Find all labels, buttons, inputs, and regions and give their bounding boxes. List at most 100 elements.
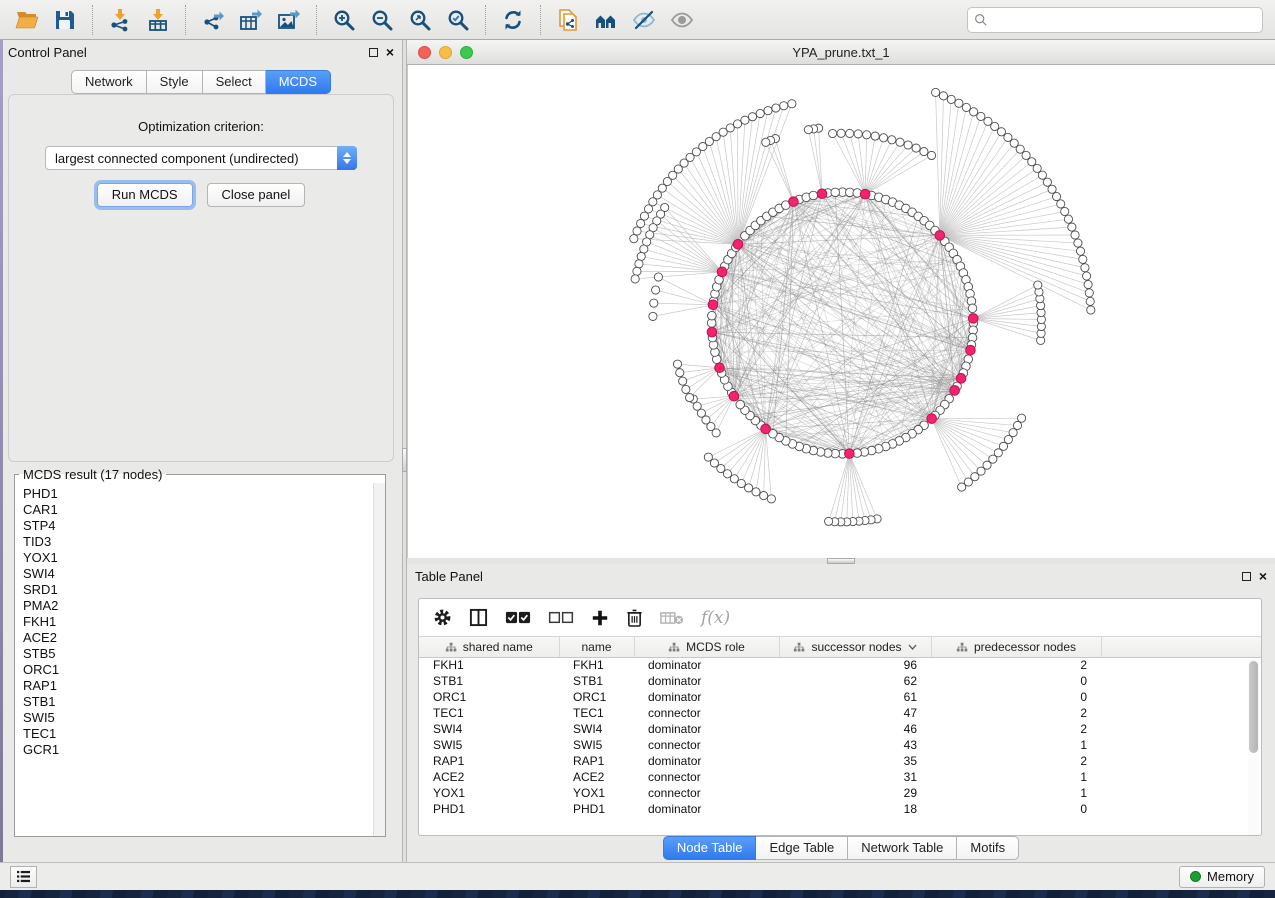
table-cell[interactable]: 1: [931, 737, 1101, 753]
network-leaf-node[interactable]: [1043, 178, 1051, 186]
network-leaf-node[interactable]: [984, 117, 992, 125]
network-node[interactable]: [831, 188, 840, 197]
first-neighbors-icon[interactable]: [593, 7, 619, 33]
network-leaf-node[interactable]: [631, 275, 639, 283]
network-leaf-node[interactable]: [1038, 171, 1046, 179]
import-table-icon[interactable]: [145, 7, 171, 33]
network-leaf-node[interactable]: [920, 147, 928, 155]
table-cell[interactable]: connector: [634, 769, 779, 785]
network-leaf-node[interactable]: [635, 260, 643, 268]
network-leaf-node[interactable]: [1061, 207, 1069, 215]
export-image-icon[interactable]: [276, 7, 302, 33]
table-cell[interactable]: YOX1: [559, 785, 634, 801]
network-node[interactable]: [736, 400, 745, 409]
network-leaf-node[interactable]: [760, 491, 768, 499]
network-leaf-node[interactable]: [1057, 200, 1065, 208]
table-cell[interactable]: RAP1: [419, 753, 559, 769]
network-leaf-node[interactable]: [772, 104, 780, 112]
network-leaf-node[interactable]: [931, 88, 939, 96]
network-leaf-node[interactable]: [764, 107, 772, 115]
network-leaf-node[interactable]: [1076, 247, 1084, 255]
network-window-titlebar[interactable]: YPA_prune.txt_1: [407, 40, 1275, 65]
network-leaf-node[interactable]: [1081, 264, 1089, 272]
mcds-result-item[interactable]: GCR1: [23, 742, 385, 758]
table-row[interactable]: STB1STB1dominator620: [419, 673, 1261, 689]
network-leaf-node[interactable]: [854, 130, 862, 138]
memory-button[interactable]: Memory: [1179, 866, 1265, 888]
network-leaf-node[interactable]: [1034, 281, 1042, 289]
network-leaf-node[interactable]: [804, 126, 812, 134]
select-all-columns-icon[interactable]: [505, 610, 531, 625]
scrollbar-thumb[interactable]: [1249, 661, 1258, 753]
network-leaf-node[interactable]: [788, 100, 796, 108]
network-leaf-node[interactable]: [837, 129, 845, 137]
float-panel-icon[interactable]: [369, 48, 378, 57]
network-leaf-node[interactable]: [762, 138, 770, 146]
network-leaf-node[interactable]: [1064, 215, 1072, 223]
mcds-result-item[interactable]: SRD1: [23, 582, 385, 598]
network-leaf-node[interactable]: [745, 484, 753, 492]
network-dominator-node[interactable]: [935, 231, 945, 241]
network-leaf-node[interactable]: [652, 286, 660, 294]
network-leaf-node[interactable]: [955, 99, 963, 107]
network-leaf-node[interactable]: [962, 103, 970, 111]
network-leaf-node[interactable]: [958, 483, 966, 491]
close-panel-icon[interactable]: ×: [386, 45, 394, 59]
run-mcds-button[interactable]: Run MCDS: [97, 183, 193, 207]
mcds-result-item[interactable]: STB5: [23, 646, 385, 662]
table-cell[interactable]: TEC1: [419, 705, 559, 721]
float-panel-icon[interactable]: [1242, 572, 1251, 581]
table-scrollbar[interactable]: [1248, 659, 1259, 835]
mcds-result-item[interactable]: CAR1: [23, 502, 385, 518]
mcds-result-item[interactable]: TEC1: [23, 726, 385, 742]
table-cell[interactable]: ACE2: [559, 769, 634, 785]
network-leaf-node[interactable]: [679, 377, 687, 385]
network-dominator-node[interactable]: [966, 345, 976, 355]
network-node[interactable]: [708, 311, 717, 320]
network-leaf-node[interactable]: [752, 488, 760, 496]
table-cell[interactable]: 0: [931, 689, 1101, 705]
network-leaf-node[interactable]: [1083, 272, 1091, 280]
window-minimize-icon[interactable]: [439, 46, 452, 59]
table-cell[interactable]: STB1: [419, 673, 559, 689]
table-cell[interactable]: SWI4: [419, 721, 559, 737]
network-leaf-node[interactable]: [1086, 297, 1094, 305]
table-cell[interactable]: 61: [779, 689, 931, 705]
tab-network[interactable]: Network: [71, 70, 147, 94]
duplicate-network-icon[interactable]: [555, 7, 581, 33]
table-cell[interactable]: 18: [779, 801, 931, 817]
show-columns-icon[interactable]: [469, 608, 488, 627]
table-cell[interactable]: 43: [779, 737, 931, 753]
table-row[interactable]: RAP1RAP1dominator352: [419, 753, 1261, 769]
mcds-result-item[interactable]: ORC1: [23, 662, 385, 678]
table-row[interactable]: TEC1TEC1connector472: [419, 705, 1261, 721]
window-zoom-icon[interactable]: [460, 46, 473, 59]
table-cell[interactable]: SWI4: [559, 721, 634, 737]
network-leaf-node[interactable]: [1074, 239, 1082, 247]
network-leaf-node[interactable]: [1087, 306, 1095, 314]
mcds-result-item[interactable]: FKH1: [23, 614, 385, 630]
table-cell[interactable]: TEC1: [559, 705, 634, 721]
table-row[interactable]: ACE2ACE2connector311: [419, 769, 1261, 785]
table-cell[interactable]: 29: [779, 785, 931, 801]
network-leaf-node[interactable]: [1084, 280, 1092, 288]
table-cell[interactable]: dominator: [634, 801, 779, 817]
delete-column-trash-icon[interactable]: [626, 608, 643, 627]
show-all-icon[interactable]: [669, 7, 695, 33]
network-leaf-node[interactable]: [904, 141, 912, 149]
import-network-icon[interactable]: [107, 7, 133, 33]
network-dominator-node[interactable]: [715, 363, 725, 373]
table-cell[interactable]: dominator: [634, 673, 779, 689]
table-cell[interactable]: 1: [931, 785, 1101, 801]
network-leaf-node[interactable]: [912, 144, 920, 152]
open-session-icon[interactable]: [14, 7, 40, 33]
network-leaf-node[interactable]: [947, 95, 955, 103]
mcds-result-item[interactable]: STB1: [23, 694, 385, 710]
network-node[interactable]: [968, 304, 977, 313]
table-cell[interactable]: 2: [931, 705, 1101, 721]
zoom-fit-icon[interactable]: [407, 7, 433, 33]
table-cell[interactable]: 31: [779, 769, 931, 785]
mcds-result-item[interactable]: PMA2: [23, 598, 385, 614]
table-cell[interactable]: 46: [779, 721, 931, 737]
table-row[interactable]: FKH1FKH1dominator962: [419, 657, 1261, 673]
